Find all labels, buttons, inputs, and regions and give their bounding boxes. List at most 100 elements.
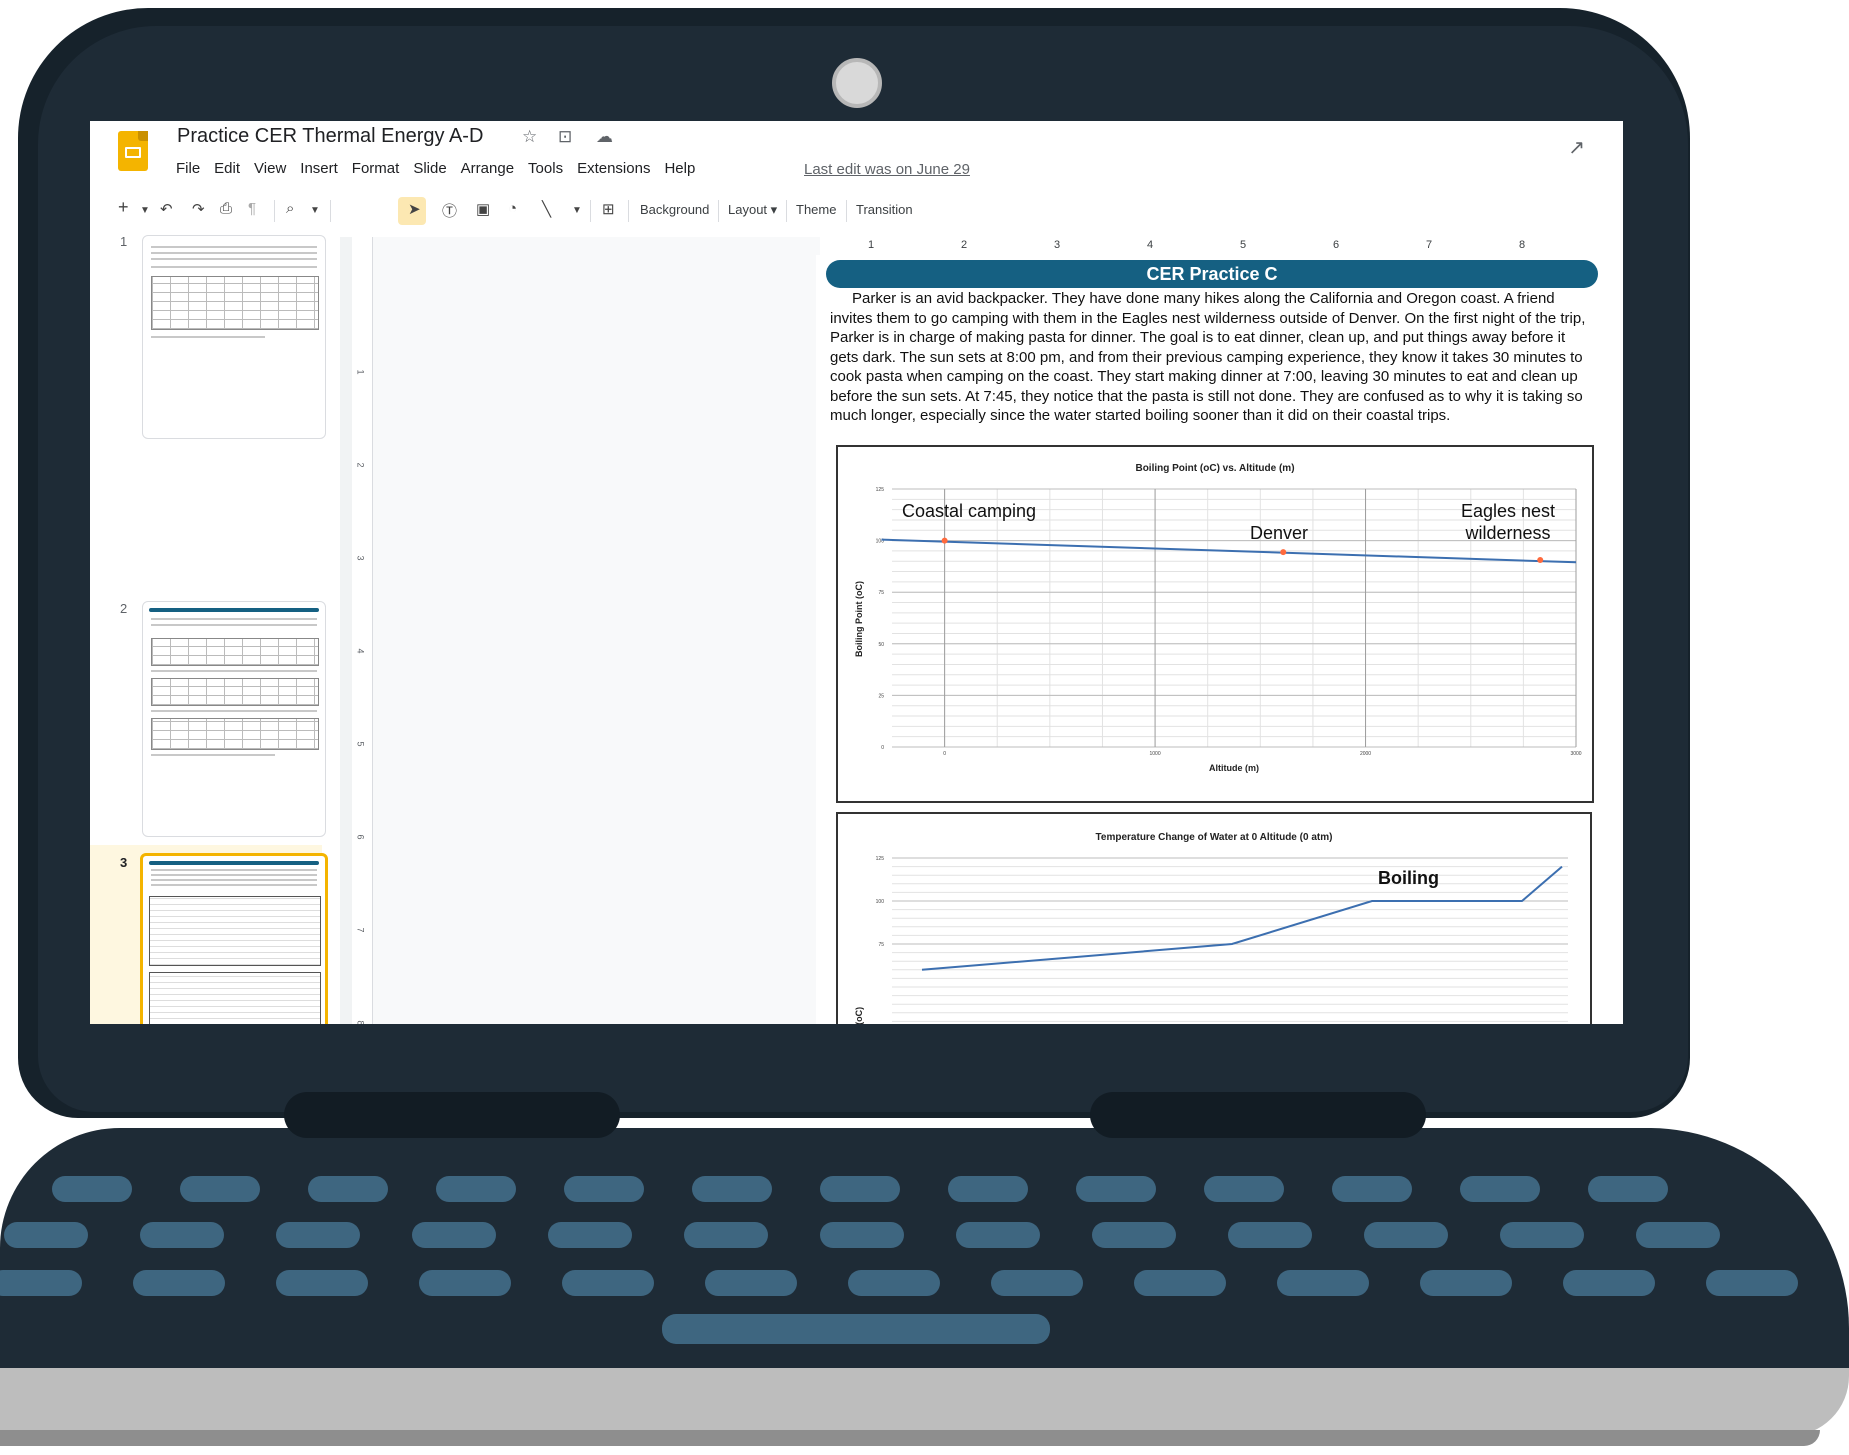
menu-slide[interactable]: Slide	[413, 160, 446, 177]
print-icon[interactable]: ⎙	[220, 200, 232, 217]
y-tick-label: 100	[876, 899, 885, 905]
google-slides-logo[interactable]	[118, 131, 148, 171]
hinge-left	[284, 1092, 620, 1138]
ruler-tick-label: 7	[355, 927, 366, 933]
theme-button[interactable]: Theme	[796, 202, 836, 217]
undo-icon[interactable]: ↶	[160, 200, 173, 218]
keyboard-key	[276, 1222, 360, 1248]
menu-view[interactable]: View	[254, 160, 286, 177]
keyboard-key	[419, 1270, 511, 1296]
data-point	[1280, 549, 1287, 556]
menu-file[interactable]: File	[176, 160, 200, 177]
keyboard-key	[820, 1176, 900, 1202]
x-axis-label: Altitude (m)	[1209, 763, 1259, 773]
keyboard-key	[1420, 1270, 1512, 1296]
transition-button[interactable]: Transition	[856, 202, 913, 217]
keyboard-key	[1706, 1270, 1798, 1296]
line-dropdown-icon[interactable]: ▼	[572, 205, 582, 216]
line-icon[interactable]: ╲	[542, 200, 551, 218]
zoom-icon[interactable]: ⌕	[286, 200, 294, 217]
keyboard-key	[848, 1270, 940, 1296]
chart-title: Temperature Change of Water at 0 Altitud…	[1096, 832, 1333, 843]
boiling-point-chart[interactable]: 0 25 50 75 100 125 0 1000 2000 3000 Boiling Point …	[836, 445, 1594, 803]
menu-edit[interactable]: Edit	[214, 160, 240, 177]
keyboard-key	[412, 1222, 496, 1248]
keyboard-key	[956, 1222, 1040, 1248]
keyboard-key	[308, 1176, 388, 1202]
annotation-denver: Denver	[1250, 523, 1308, 543]
temperature-change-chart[interactable]: 75 100 125 Temperature Change of Water at 0…	[836, 812, 1592, 1024]
comment-icon[interactable]: ⊞	[602, 200, 615, 218]
move-to-folder-icon[interactable]: ⊡	[558, 127, 572, 147]
image-icon[interactable]: ▣	[476, 200, 490, 218]
ruler-tick-label: 3	[1054, 239, 1061, 251]
keyboard-key	[133, 1270, 225, 1296]
ruler-tick-label: 4	[355, 648, 366, 654]
select-icon[interactable]: ➤	[408, 200, 421, 218]
chevron-down-icon[interactable]: ▼	[140, 205, 150, 216]
slide-number: 2	[120, 601, 128, 616]
slide[interactable]: CER Practice C Parker is an avid backpac…	[816, 255, 1623, 1024]
y-axis-label: Boiling Point (oC)	[854, 581, 864, 657]
keyboard-key	[820, 1222, 904, 1248]
x-tick-label: 2000	[1360, 751, 1371, 757]
vertical-ruler: 1 2 3 4 5 6 7 8	[352, 237, 373, 1024]
filmstrip-scrollbar[interactable]	[340, 237, 352, 1024]
slide-number: 1	[120, 234, 128, 249]
ruler-tick-label: 4	[1147, 239, 1154, 251]
shape-icon[interactable]: ◔	[508, 200, 517, 217]
keyboard-key	[1092, 1222, 1176, 1248]
keyboard-key	[692, 1176, 772, 1202]
last-edit-link[interactable]: Last edit was on June 29	[804, 161, 970, 178]
webcam	[832, 58, 882, 108]
y-tick-label: 0	[881, 745, 884, 751]
ruler-tick-label: 1	[355, 369, 366, 375]
spacebar-key	[662, 1314, 1050, 1344]
slide-thumbnail-3[interactable]	[140, 853, 328, 1024]
menu-format[interactable]: Format	[352, 160, 400, 177]
keyboard-key	[52, 1176, 132, 1202]
y-tick-label: 75	[878, 942, 884, 948]
add-icon[interactable]: +	[118, 197, 129, 218]
slide-thumbnail-1[interactable]	[142, 235, 326, 439]
keyboard-key	[684, 1222, 768, 1248]
text-box-icon[interactable]: Ⓣ	[442, 200, 457, 221]
keyboard-key	[1332, 1176, 1412, 1202]
x-tick-label: 3000	[1570, 751, 1581, 757]
ruler-tick-label: 8	[355, 1020, 366, 1024]
menu-insert[interactable]: Insert	[300, 160, 338, 177]
ruler-tick-label: 6	[355, 834, 366, 840]
hinge-right	[1090, 1092, 1426, 1138]
x-tick-label: 1000	[1150, 751, 1161, 757]
star-icon[interactable]: ☆	[522, 127, 537, 147]
trend-icon[interactable]: ↗	[1568, 135, 1585, 160]
redo-icon[interactable]: ↷	[192, 200, 205, 218]
menu-help[interactable]: Help	[664, 160, 695, 177]
keyboard-key	[1134, 1270, 1226, 1296]
slide-header[interactable]: CER Practice C	[826, 260, 1598, 288]
temperature-change-chart-svg: 75 100 125 Temperature Change of Water at 0…	[854, 832, 1568, 1024]
keyboard-key	[4, 1222, 88, 1248]
slide-number: 3	[120, 855, 128, 870]
keyboard-key	[1500, 1222, 1584, 1248]
chart-title: Boiling Point (oC) vs. Altitude (m)	[1135, 463, 1294, 474]
layout-button[interactable]: Layout ▾	[728, 202, 777, 218]
annotation-eagles-nest: Eagles nest wilderness	[1461, 501, 1555, 543]
menu-tools[interactable]: Tools	[528, 160, 563, 177]
slide-body-text[interactable]: Parker is an avid backpacker. They have …	[830, 289, 1596, 426]
y-tick-label: 75	[878, 590, 884, 596]
menu-extensions[interactable]: Extensions	[577, 160, 650, 177]
cloud-status-icon[interactable]: ☁	[596, 127, 613, 147]
background-button[interactable]: Background	[640, 202, 709, 217]
keyboard-key	[140, 1222, 224, 1248]
keyboard-key	[1636, 1222, 1720, 1248]
paint-format-icon[interactable]: ¶	[248, 200, 256, 217]
slide-thumbnail-2[interactable]	[142, 601, 326, 837]
keyboard-key	[1076, 1176, 1156, 1202]
menu-arrange[interactable]: Arrange	[461, 160, 514, 177]
keyboard-key	[0, 1270, 82, 1296]
document-title[interactable]: Practice CER Thermal Energy A-D	[177, 125, 483, 148]
zoom-dropdown-icon[interactable]: ▼	[310, 205, 320, 216]
menu-bar: File Edit View Insert Format Slide Arrange Tool…	[176, 160, 695, 177]
laptop-base	[0, 1368, 1849, 1436]
